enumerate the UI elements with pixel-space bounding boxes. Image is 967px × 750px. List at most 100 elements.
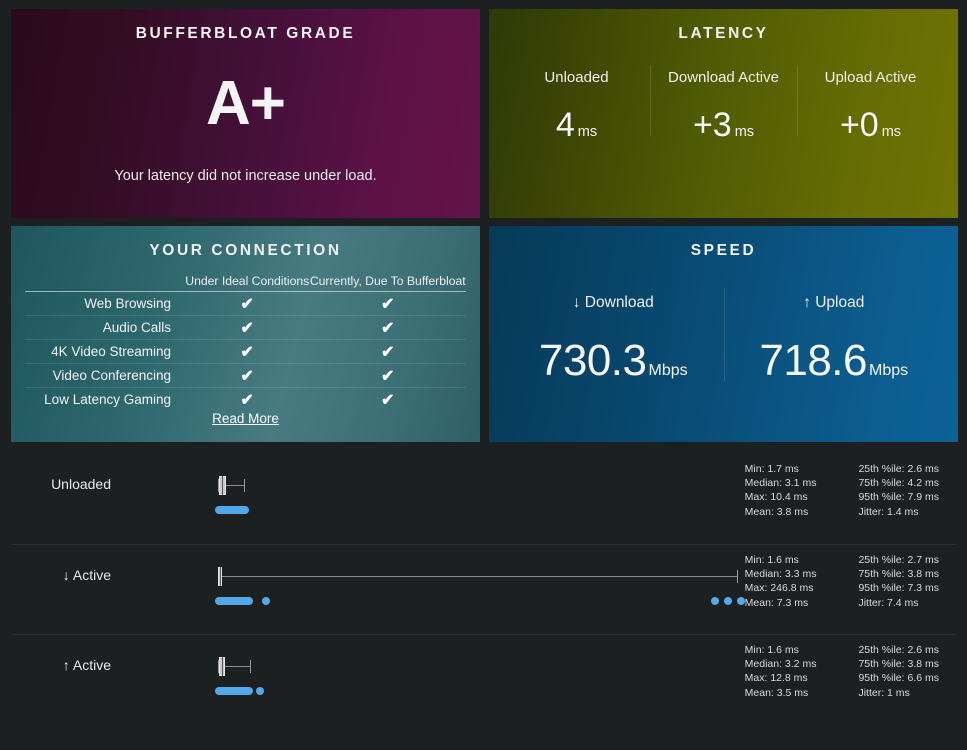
latency-value-download-active: +3 ms bbox=[654, 108, 793, 142]
stat-median: Median: 3.2 ms bbox=[744, 658, 817, 671]
check-icon-ideal: ✔ bbox=[185, 339, 310, 364]
latency-number-upload-active: +0 bbox=[839, 106, 879, 144]
connection-row-name: Video Conferencing bbox=[25, 363, 185, 388]
stat-mean: Mean: 7.3 ms bbox=[744, 596, 809, 609]
detail-row-unloaded: Unloaded Min: 1.7 ms Median: 3.1 ms Max:… bbox=[11, 454, 957, 544]
stat-p75: 75th %ile: 3.8 ms bbox=[858, 568, 939, 581]
latency-stats-column-left: Min: 1.7 ms Median: 3.1 ms Max: 10.4 ms … bbox=[745, 462, 817, 519]
connection-table-header-row: Under Ideal Conditions Currently, Due To… bbox=[25, 274, 466, 292]
latency-label-unloaded: Unloaded bbox=[544, 69, 609, 86]
sample-dot bbox=[256, 687, 264, 695]
speed-label-download: ↓ Download bbox=[572, 294, 654, 311]
latency-title: LATENCY bbox=[678, 25, 769, 42]
boxplot-median-line bbox=[222, 657, 223, 676]
connection-row-name: Low Latency Gaming bbox=[44, 392, 171, 407]
stat-jitter: Jitter: 1 ms bbox=[858, 686, 910, 699]
bufferbloat-grade-title: BUFFERBLOAT GRADE bbox=[135, 25, 356, 42]
speed-unit-upload: Mbps bbox=[868, 362, 909, 379]
sample-dot bbox=[711, 597, 719, 605]
connection-header-blank bbox=[25, 274, 185, 292]
bufferbloat-grade-card: BUFFERBLOAT GRADE A+ Your latency did no… bbox=[11, 9, 480, 218]
stat-median: Median: 3.3 ms bbox=[744, 568, 817, 581]
stat-mean: Mean: 3.8 ms bbox=[744, 505, 809, 518]
stat-p95: 95th %ile: 7.9 ms bbox=[858, 491, 939, 504]
detail-row-upload-active: ↑ Active Min: 1.6 ms Median: 3.2 ms Max:… bbox=[11, 634, 957, 724]
table-row: 4K Video Streaming ✔ ✔ bbox=[25, 339, 466, 364]
sample-dot bbox=[262, 597, 270, 605]
your-connection-title: YOUR CONNECTION bbox=[149, 242, 342, 259]
stat-p95: 95th %ile: 6.6 ms bbox=[858, 672, 939, 685]
stat-p95: 95th %ile: 7.3 ms bbox=[858, 582, 939, 595]
sample-dot-cluster bbox=[215, 687, 253, 695]
latency-column-download-active: Download Active +3 ms bbox=[650, 65, 797, 142]
latency-stats-column-left: Min: 1.6 ms Median: 3.2 ms Max: 12.8 ms … bbox=[745, 643, 817, 700]
boxplot-median-line bbox=[220, 567, 221, 586]
stat-median: Median: 3.1 ms bbox=[744, 477, 817, 490]
your-connection-card: YOUR CONNECTION Under Ideal Conditions C… bbox=[11, 226, 480, 442]
read-more-link[interactable]: Read More bbox=[212, 411, 279, 426]
table-row: Web Browsing ✔ ✔ bbox=[25, 291, 466, 316]
check-icon-current: ✔ bbox=[309, 339, 466, 364]
speed-card: SPEED ↓ Download 730.3 Mbps ↑ Upload 718.… bbox=[489, 226, 958, 442]
stat-p25: 25th %ile: 2.6 ms bbox=[858, 644, 939, 656]
stat-jitter: Jitter: 1.4 ms bbox=[858, 505, 919, 518]
stat-max: Max: 246.8 ms bbox=[744, 582, 814, 595]
boxplot-median-line bbox=[222, 476, 223, 495]
whisker-line bbox=[218, 576, 737, 577]
speedtest-results-page: BUFFERBLOAT GRADE A+ Your latency did no… bbox=[0, 0, 967, 750]
check-icon-ideal: ✔ bbox=[240, 391, 254, 409]
latency-boxplot-upload-active bbox=[123, 635, 698, 725]
latency-column-upload-active: Upload Active +0 ms bbox=[797, 65, 944, 142]
check-icon-ideal: ✔ bbox=[185, 315, 310, 340]
connection-row-name: Audio Calls bbox=[25, 315, 185, 340]
latency-unit-upload-active: ms bbox=[881, 124, 902, 140]
stat-jitter: Jitter: 7.4 ms bbox=[858, 596, 919, 609]
sample-dot bbox=[724, 597, 732, 605]
detail-row-label-download-active: ↓ Active bbox=[62, 567, 111, 583]
check-icon-current: ✔ bbox=[381, 391, 395, 409]
stat-min: Min: 1.7 ms bbox=[744, 463, 799, 475]
connection-table-head: Under Ideal Conditions Currently, Due To… bbox=[25, 274, 466, 292]
check-icon-current: ✔ bbox=[309, 291, 466, 316]
latency-stats-download-active: Min: 1.6 ms Median: 3.3 ms Max: 246.8 ms… bbox=[745, 553, 939, 610]
speed-column-upload: ↑ Upload 718.6 Mbps bbox=[723, 288, 945, 383]
latency-card: LATENCY Unloaded 4 ms Download Active +3 m… bbox=[489, 9, 958, 218]
stat-max: Max: 12.8 ms bbox=[744, 672, 808, 685]
latency-columns: Unloaded 4 ms Download Active +3 ms Upload… bbox=[503, 65, 944, 142]
latency-unit-download-active: ms bbox=[734, 124, 755, 140]
whisker-cap-max bbox=[244, 479, 245, 492]
latency-number-download-active: +3 bbox=[692, 106, 732, 144]
bufferbloat-grade-note: Your latency did not increase under load… bbox=[114, 168, 377, 184]
detail-row-download-active: ↓ Active Min: 1.6 ms Median: 3.3 ms Max:… bbox=[11, 544, 957, 634]
table-row: Audio Calls ✔ ✔ bbox=[25, 315, 466, 340]
detail-row-label-upload-active: ↑ Active bbox=[62, 657, 111, 673]
latency-stats-column-right: 25th %ile: 2.7 ms 75th %ile: 3.8 ms 95th… bbox=[858, 553, 939, 610]
whisker-cap-max bbox=[250, 660, 251, 673]
latency-boxplot-unloaded bbox=[123, 454, 698, 544]
check-icon-ideal: ✔ bbox=[185, 363, 310, 388]
latency-stats-column-left: Min: 1.6 ms Median: 3.3 ms Max: 246.8 ms… bbox=[745, 553, 817, 610]
connection-table-body: Web Browsing ✔ ✔ Audio Calls ✔ ✔ 4K Vide… bbox=[25, 291, 466, 412]
check-icon-current: ✔ bbox=[309, 363, 466, 388]
speed-columns: ↓ Download 730.3 Mbps ↑ Upload 718.6 Mbps bbox=[503, 288, 945, 383]
connection-row-name: Web Browsing bbox=[25, 291, 185, 316]
speed-column-download: ↓ Download 730.3 Mbps bbox=[503, 294, 724, 383]
latency-stats-column-right: 25th %ile: 2.6 ms 75th %ile: 3.8 ms 95th… bbox=[858, 643, 939, 700]
connection-header-ideal: Under Ideal Conditions bbox=[185, 274, 310, 288]
stat-p75: 75th %ile: 3.8 ms bbox=[858, 658, 939, 671]
speed-label-upload: ↑ Upload bbox=[803, 294, 865, 311]
results-card-grid: BUFFERBLOAT GRADE A+ Your latency did no… bbox=[11, 9, 958, 442]
check-icon-ideal: ✔ bbox=[185, 291, 310, 316]
speed-value-download: 730.3 Mbps bbox=[503, 339, 724, 383]
table-row: Low Latency Gaming ✔ ✔ bbox=[25, 388, 466, 412]
latency-boxplot-download-active bbox=[123, 545, 745, 635]
speed-title: SPEED bbox=[690, 242, 757, 259]
detail-row-label-unloaded: Unloaded bbox=[51, 476, 111, 492]
whisker-cap-max bbox=[737, 570, 738, 583]
speed-value-upload: 718.6 Mbps bbox=[724, 339, 945, 383]
latency-stats-unloaded: Min: 1.7 ms Median: 3.1 ms Max: 10.4 ms … bbox=[745, 462, 939, 519]
speed-number-upload: 718.6 bbox=[759, 336, 867, 385]
latency-value-upload-active: +0 ms bbox=[801, 108, 940, 142]
latency-label-download-active: Download Active bbox=[668, 69, 779, 86]
latency-unit-unloaded: ms bbox=[577, 124, 598, 140]
